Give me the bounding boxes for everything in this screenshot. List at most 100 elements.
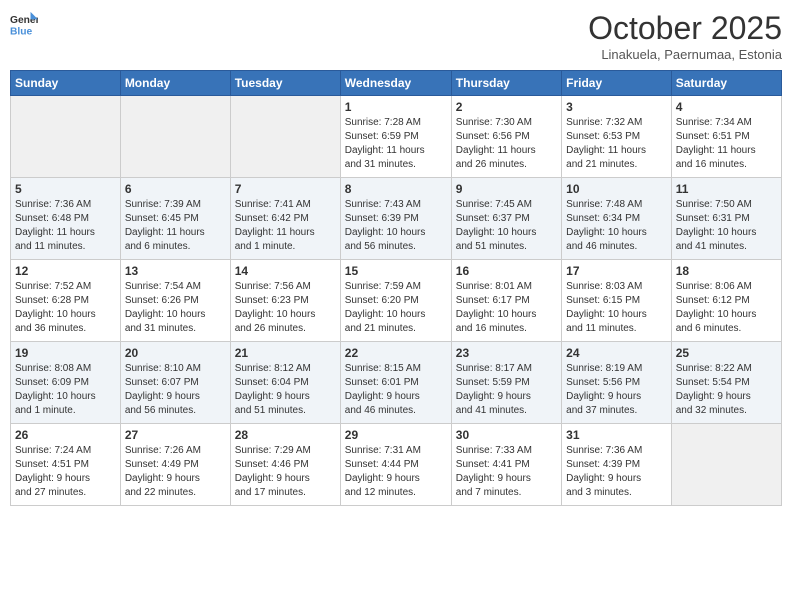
cell-1-2 — [120, 96, 230, 178]
cell-2-5: 9Sunrise: 7:45 AM Sunset: 6:37 PM Daylig… — [451, 178, 561, 260]
cell-5-6: 31 Sunrise: 7:36 AM Sunset: 4:39 PM Dayli… — [562, 424, 672, 506]
day-info: Sunrise: 7:39 AM Sunset: 6:45 PM Dayligh… — [125, 198, 226, 254]
cell-5-2: 27Sunrise: 7:26 AM Sunset: 4:49 PM Dayli… — [120, 424, 230, 506]
day-number: 28 — [235, 428, 336, 442]
cell-3-2: 13 Sunrise: 7:54 AM Sunset: 6:26 PM Dayli… — [120, 260, 230, 342]
cell-4-3: 21 Sunrise: 8:12 AM Sunset: 6:04 PM Dayli… — [230, 342, 340, 424]
cell-4-7: 25 Sunrise: 8:22 AM Sunset: 5:54 PM Dayli… — [671, 342, 781, 424]
day-info: Sunrise: 7:32 AM Sunset: 6:53 PM Dayligh… — [566, 116, 667, 172]
day-info: Sunrise: 7:54 AM Sunset: 6:26 PM Dayligh… — [125, 280, 226, 336]
day-info: Sunrise: 8:10 AM Sunset: 6:07 PM Dayligh… — [125, 362, 226, 418]
day-info: Sunrise: 7:24 AM Sunset: 4:51 PM Dayligh… — [15, 444, 116, 500]
cell-5-4: 29Sunrise: 7:31 AM Sunset: 4:44 PM Dayli… — [340, 424, 451, 506]
day-number: 20 — [125, 346, 226, 360]
title-block: October 2025 Linakuela, Paernumaa, Eston… — [588, 10, 782, 62]
day-number: 23 — [456, 346, 557, 360]
cal-row-5: 26Sunrise: 7:24 AM Sunset: 4:51 PM Dayli… — [11, 424, 782, 506]
col-friday: Friday — [562, 71, 672, 96]
day-number: 17 — [566, 264, 667, 278]
cell-1-6: 3 Sunrise: 7:32 AM Sunset: 6:53 PM Daylig… — [562, 96, 672, 178]
day-info: Sunrise: 7:36 AM Sunset: 6:48 PM Dayligh… — [15, 198, 116, 254]
cal-row-3: 12Sunrise: 7:52 AM Sunset: 6:28 PM Dayli… — [11, 260, 782, 342]
day-number: 8 — [345, 182, 447, 196]
cell-2-3: 7 Sunrise: 7:41 AM Sunset: 6:42 PM Daylig… — [230, 178, 340, 260]
day-info: Sunrise: 7:50 AM Sunset: 6:31 PM Dayligh… — [676, 198, 777, 254]
day-info: Sunrise: 8:12 AM Sunset: 6:04 PM Dayligh… — [235, 362, 336, 418]
day-info: Sunrise: 7:36 AM Sunset: 4:39 PM Dayligh… — [566, 444, 667, 500]
day-info: Sunrise: 8:08 AM Sunset: 6:09 PM Dayligh… — [15, 362, 116, 418]
day-number: 6 — [125, 182, 226, 196]
cal-row-2: 5 Sunrise: 7:36 AM Sunset: 6:48 PM Daylig… — [11, 178, 782, 260]
cell-1-5: 2 Sunrise: 7:30 AM Sunset: 6:56 PM Daylig… — [451, 96, 561, 178]
day-number: 25 — [676, 346, 777, 360]
day-info: Sunrise: 7:33 AM Sunset: 4:41 PM Dayligh… — [456, 444, 557, 500]
day-info: Sunrise: 7:48 AM Sunset: 6:34 PM Dayligh… — [566, 198, 667, 254]
day-info: Sunrise: 7:28 AM Sunset: 6:59 PM Dayligh… — [345, 116, 447, 172]
calendar-table: Sunday Monday Tuesday Wednesday Thursday… — [10, 70, 782, 506]
day-number: 14 — [235, 264, 336, 278]
day-info: Sunrise: 7:29 AM Sunset: 4:46 PM Dayligh… — [235, 444, 336, 500]
month-title: October 2025 — [588, 10, 782, 47]
day-number: 2 — [456, 100, 557, 114]
day-info: Sunrise: 7:31 AM Sunset: 4:44 PM Dayligh… — [345, 444, 447, 500]
cell-4-5: 23 Sunrise: 8:17 AM Sunset: 5:59 PM Dayli… — [451, 342, 561, 424]
cell-1-7: 4Sunrise: 7:34 AM Sunset: 6:51 PM Daylig… — [671, 96, 781, 178]
cell-4-4: 22Sunrise: 8:15 AM Sunset: 6:01 PM Dayli… — [340, 342, 451, 424]
cell-2-2: 6 Sunrise: 7:39 AM Sunset: 6:45 PM Daylig… — [120, 178, 230, 260]
cal-row-4: 19 Sunrise: 8:08 AM Sunset: 6:09 PM Dayli… — [11, 342, 782, 424]
day-number: 24 — [566, 346, 667, 360]
col-sunday: Sunday — [11, 71, 121, 96]
cell-2-7: 11Sunrise: 7:50 AM Sunset: 6:31 PM Dayli… — [671, 178, 781, 260]
day-info: Sunrise: 7:59 AM Sunset: 6:20 PM Dayligh… — [345, 280, 447, 336]
svg-text:Blue: Blue — [10, 26, 33, 37]
cell-1-4: 1 Sunrise: 7:28 AM Sunset: 6:59 PM Daylig… — [340, 96, 451, 178]
col-thursday: Thursday — [451, 71, 561, 96]
col-tuesday: Tuesday — [230, 71, 340, 96]
calendar-page: General Blue October 2025 Linakuela, Pae… — [0, 0, 792, 612]
day-info: Sunrise: 7:30 AM Sunset: 6:56 PM Dayligh… — [456, 116, 557, 172]
day-number: 7 — [235, 182, 336, 196]
day-number: 3 — [566, 100, 667, 114]
day-info: Sunrise: 7:52 AM Sunset: 6:28 PM Dayligh… — [15, 280, 116, 336]
cell-3-4: 15Sunrise: 7:59 AM Sunset: 6:20 PM Dayli… — [340, 260, 451, 342]
day-info: Sunrise: 7:43 AM Sunset: 6:39 PM Dayligh… — [345, 198, 447, 254]
day-number: 5 — [15, 182, 116, 196]
day-info: Sunrise: 8:15 AM Sunset: 6:01 PM Dayligh… — [345, 362, 447, 418]
day-number: 16 — [456, 264, 557, 278]
cell-3-7: 18 Sunrise: 8:06 AM Sunset: 6:12 PM Dayli… — [671, 260, 781, 342]
day-info: Sunrise: 8:03 AM Sunset: 6:15 PM Dayligh… — [566, 280, 667, 336]
cell-2-1: 5 Sunrise: 7:36 AM Sunset: 6:48 PM Daylig… — [11, 178, 121, 260]
day-number: 9 — [456, 182, 557, 196]
day-number: 10 — [566, 182, 667, 196]
cal-row-1: 1 Sunrise: 7:28 AM Sunset: 6:59 PM Daylig… — [11, 96, 782, 178]
cell-2-4: 8 Sunrise: 7:43 AM Sunset: 6:39 PM Daylig… — [340, 178, 451, 260]
day-number: 4 — [676, 100, 777, 114]
logo: General Blue — [10, 10, 38, 38]
day-info: Sunrise: 8:06 AM Sunset: 6:12 PM Dayligh… — [676, 280, 777, 336]
cell-5-1: 26Sunrise: 7:24 AM Sunset: 4:51 PM Dayli… — [11, 424, 121, 506]
day-number: 21 — [235, 346, 336, 360]
cell-3-6: 17 Sunrise: 8:03 AM Sunset: 6:15 PM Dayli… — [562, 260, 672, 342]
cell-5-3: 28 Sunrise: 7:29 AM Sunset: 4:46 PM Dayli… — [230, 424, 340, 506]
cell-3-1: 12Sunrise: 7:52 AM Sunset: 6:28 PM Dayli… — [11, 260, 121, 342]
day-info: Sunrise: 8:22 AM Sunset: 5:54 PM Dayligh… — [676, 362, 777, 418]
cell-1-3 — [230, 96, 340, 178]
cell-2-6: 10 Sunrise: 7:48 AM Sunset: 6:34 PM Dayli… — [562, 178, 672, 260]
day-number: 13 — [125, 264, 226, 278]
col-saturday: Saturday — [671, 71, 781, 96]
day-info: Sunrise: 7:41 AM Sunset: 6:42 PM Dayligh… — [235, 198, 336, 254]
cell-4-6: 24 Sunrise: 8:19 AM Sunset: 5:56 PM Dayli… — [562, 342, 672, 424]
logo-icon: General Blue — [10, 10, 38, 38]
cell-5-7 — [671, 424, 781, 506]
cell-4-2: 20 Sunrise: 8:10 AM Sunset: 6:07 PM Dayli… — [120, 342, 230, 424]
cell-3-5: 16 Sunrise: 8:01 AM Sunset: 6:17 PM Dayli… — [451, 260, 561, 342]
cell-1-1 — [11, 96, 121, 178]
day-info: Sunrise: 8:19 AM Sunset: 5:56 PM Dayligh… — [566, 362, 667, 418]
day-number: 1 — [345, 100, 447, 114]
col-monday: Monday — [120, 71, 230, 96]
day-number: 18 — [676, 264, 777, 278]
day-number: 19 — [15, 346, 116, 360]
day-info: Sunrise: 8:17 AM Sunset: 5:59 PM Dayligh… — [456, 362, 557, 418]
day-number: 31 — [566, 428, 667, 442]
day-info: Sunrise: 8:01 AM Sunset: 6:17 PM Dayligh… — [456, 280, 557, 336]
